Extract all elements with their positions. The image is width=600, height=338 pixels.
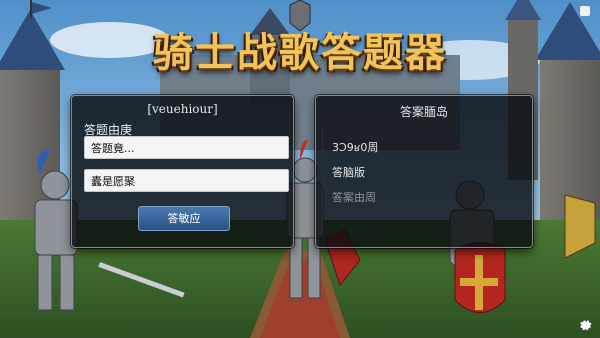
answer-item[interactable]: 3Ɔ9ʁ0周 <box>332 139 378 155</box>
question-panel-header: [veuehiour] <box>147 102 218 116</box>
answer-panel: 答案腼岛 3Ɔ9ʁ0周 答脑版 答案由周 <box>315 95 533 248</box>
answer-item[interactable]: 答脑版 <box>332 164 365 180</box>
submit-button[interactable]: 答敏应 <box>138 206 230 231</box>
window-icon[interactable] <box>580 6 590 16</box>
answer-panel-header: 答案腼岛 <box>399 105 448 119</box>
gear-icon[interactable] <box>578 318 592 332</box>
answer-item[interactable]: 答案由周 <box>332 189 376 205</box>
answer-input[interactable]: 蠹是愿聚 <box>84 169 289 192</box>
game-title: 骑士战歌答题器 <box>153 29 447 76</box>
question-input[interactable]: 答题竟... <box>84 136 289 159</box>
question-panel: [veuehiour] 答题由庚 答题竟... 蠹是愿聚 答敏应 <box>71 95 294 248</box>
